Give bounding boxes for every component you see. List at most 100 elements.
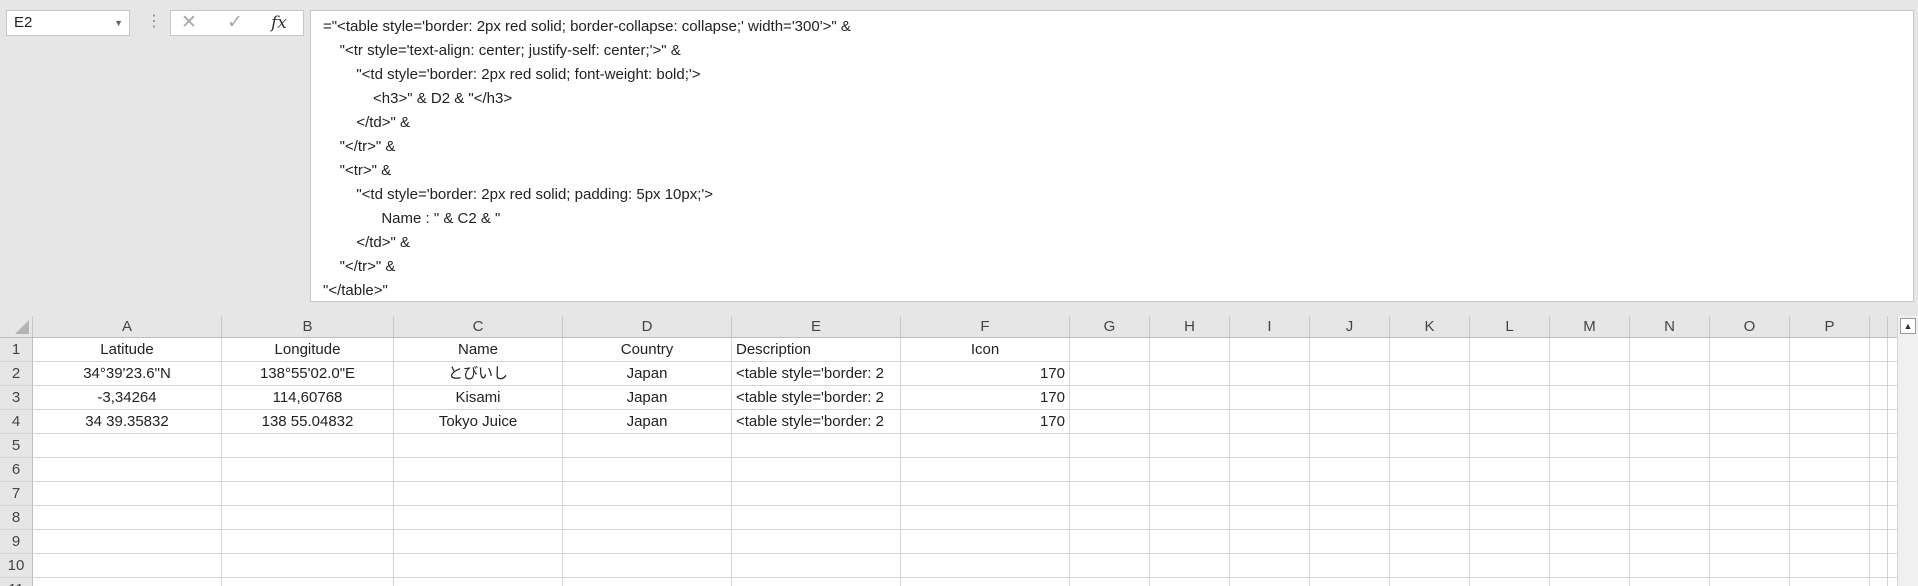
cell[interactable]	[1150, 578, 1230, 586]
cell[interactable]	[1150, 362, 1230, 385]
cell[interactable]	[901, 458, 1070, 481]
cell-a4[interactable]: 34 39.35832	[33, 410, 222, 433]
cell[interactable]	[1310, 458, 1390, 481]
cell[interactable]	[1710, 554, 1790, 577]
cell-d3[interactable]: Japan	[563, 386, 732, 409]
cell[interactable]	[1630, 578, 1710, 586]
cell[interactable]	[1710, 578, 1790, 586]
cell[interactable]	[33, 434, 222, 457]
cell[interactable]	[1870, 434, 1888, 457]
cell[interactable]	[1790, 338, 1870, 361]
cell[interactable]	[901, 482, 1070, 505]
cell[interactable]	[1230, 578, 1310, 586]
cell-a3[interactable]: -3,34264	[33, 386, 222, 409]
cell[interactable]	[563, 506, 732, 529]
cell[interactable]	[1230, 554, 1310, 577]
cell[interactable]	[1470, 458, 1550, 481]
cell[interactable]	[732, 506, 901, 529]
formula-bar[interactable]: ="<table style='border: 2px red solid; b…	[310, 10, 1914, 302]
cell-a1[interactable]: Latitude	[33, 338, 222, 361]
row-header[interactable]: 9	[0, 530, 33, 553]
cell[interactable]	[1070, 530, 1150, 553]
cell[interactable]	[1470, 506, 1550, 529]
column-header-l[interactable]: L	[1470, 316, 1550, 337]
more-options-icon[interactable]: ⋮	[146, 12, 162, 32]
cell[interactable]	[1550, 554, 1630, 577]
cell[interactable]	[1230, 386, 1310, 409]
cell[interactable]	[901, 530, 1070, 553]
cell-b4[interactable]: 138 55.04832	[222, 410, 394, 433]
cell[interactable]	[901, 434, 1070, 457]
insert-function-icon[interactable]: fx	[271, 11, 287, 35]
cell[interactable]	[1630, 410, 1710, 433]
cell-e3[interactable]: <table style='border: 2	[732, 386, 901, 409]
cell[interactable]	[1790, 434, 1870, 457]
cell[interactable]	[1630, 458, 1710, 481]
cell[interactable]	[901, 506, 1070, 529]
column-header-e[interactable]: E	[732, 316, 901, 337]
cell[interactable]	[732, 530, 901, 553]
cell[interactable]	[1070, 578, 1150, 586]
column-header-k[interactable]: K	[1390, 316, 1470, 337]
cell[interactable]	[1870, 554, 1888, 577]
cell[interactable]	[1310, 362, 1390, 385]
cell[interactable]	[1470, 386, 1550, 409]
cell[interactable]	[1150, 482, 1230, 505]
name-box[interactable]: E2 ▼	[6, 10, 130, 36]
column-header-i[interactable]: I	[1230, 316, 1310, 337]
cell[interactable]	[1710, 410, 1790, 433]
cell[interactable]	[1070, 434, 1150, 457]
cell-f1[interactable]: Icon	[901, 338, 1070, 361]
cell[interactable]	[1790, 386, 1870, 409]
cell[interactable]	[1390, 554, 1470, 577]
cell[interactable]	[1230, 410, 1310, 433]
vertical-scrollbar[interactable]: ▲	[1897, 316, 1918, 586]
cell[interactable]	[1870, 410, 1888, 433]
cell[interactable]	[563, 482, 732, 505]
cell[interactable]	[222, 506, 394, 529]
cell[interactable]	[1390, 506, 1470, 529]
cell[interactable]	[1150, 458, 1230, 481]
cell-a2[interactable]: 34°39'23.6"N	[33, 362, 222, 385]
cell[interactable]	[1390, 362, 1470, 385]
cell[interactable]	[33, 482, 222, 505]
row-header[interactable]: 2	[0, 362, 33, 385]
cell[interactable]	[1710, 434, 1790, 457]
cell[interactable]	[1710, 338, 1790, 361]
cell[interactable]	[1470, 362, 1550, 385]
cell[interactable]	[1790, 578, 1870, 586]
cell[interactable]	[1070, 458, 1150, 481]
cell-f2[interactable]: 170	[901, 362, 1070, 385]
cell[interactable]	[1710, 458, 1790, 481]
cell[interactable]	[1550, 362, 1630, 385]
cell[interactable]	[1390, 530, 1470, 553]
cell[interactable]	[1390, 338, 1470, 361]
cell[interactable]	[732, 482, 901, 505]
cell[interactable]	[33, 530, 222, 553]
cell[interactable]	[222, 482, 394, 505]
cell-d1[interactable]: Country	[563, 338, 732, 361]
cell[interactable]	[1630, 554, 1710, 577]
cell[interactable]	[1790, 554, 1870, 577]
cell[interactable]	[394, 482, 563, 505]
cell-c1[interactable]: Name	[394, 338, 563, 361]
cell[interactable]	[1150, 434, 1230, 457]
cell[interactable]	[1390, 482, 1470, 505]
cell[interactable]	[1390, 434, 1470, 457]
row-header[interactable]: 6	[0, 458, 33, 481]
cell[interactable]	[1310, 338, 1390, 361]
cell[interactable]	[1630, 362, 1710, 385]
column-header-j[interactable]: J	[1310, 316, 1390, 337]
cell[interactable]	[222, 530, 394, 553]
cell[interactable]	[1710, 386, 1790, 409]
cell-f3[interactable]: 170	[901, 386, 1070, 409]
cell[interactable]	[1070, 410, 1150, 433]
column-header-n[interactable]: N	[1630, 316, 1710, 337]
cell[interactable]	[1070, 482, 1150, 505]
cell-c2[interactable]: とびいし	[394, 362, 563, 385]
cell-d2[interactable]: Japan	[563, 362, 732, 385]
cell[interactable]	[1470, 554, 1550, 577]
cell[interactable]	[1550, 434, 1630, 457]
cell[interactable]	[732, 434, 901, 457]
row-header[interactable]: 1	[0, 338, 33, 361]
